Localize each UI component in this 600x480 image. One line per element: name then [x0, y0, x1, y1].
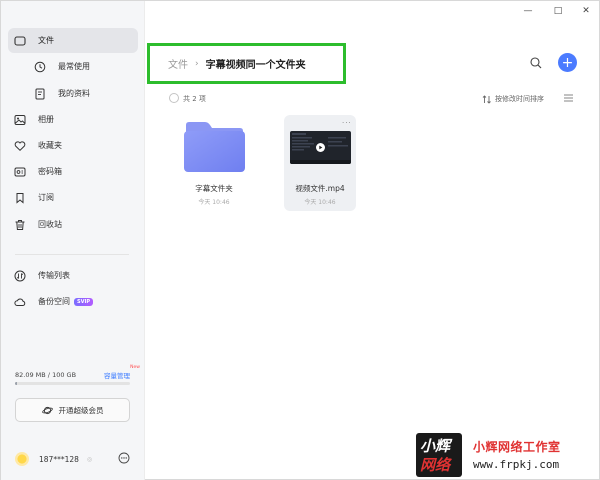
storage-bar-fill	[15, 382, 18, 385]
trash-icon	[14, 219, 26, 231]
open-vip-label: 开通超级会员	[58, 405, 104, 415]
user-profile[interactable]: 187***128 ◎	[15, 451, 133, 467]
close-button[interactable]: ✕	[579, 4, 593, 18]
file-name[interactable]: 字幕文件夹	[169, 183, 259, 194]
sidebar-item-label: 传输列表	[38, 271, 70, 280]
sidebar-item-label: 备份空间	[38, 297, 70, 306]
photo-icon	[14, 114, 26, 126]
file-icon	[14, 35, 26, 47]
file-time: 今天 10:46	[304, 199, 336, 206]
sort-icon	[482, 94, 492, 104]
sidebar-item-subscribe[interactable]: 订阅	[8, 185, 138, 210]
add-button[interactable]: +	[558, 53, 577, 72]
user-status-icon: ◎	[86, 455, 93, 463]
safe-icon	[14, 166, 26, 178]
item-count: 共 2 项	[183, 95, 206, 103]
video-thumbnail[interactable]	[290, 131, 351, 164]
bookmark-icon	[14, 192, 26, 204]
app-window: 文件 最常使用 我的资料 相册 收藏夹 密码箱 订阅 回收站 传输列表 备份空间…	[0, 0, 600, 480]
search-icon[interactable]	[529, 56, 543, 70]
sidebar-item-label: 收藏夹	[38, 141, 62, 150]
file-time: 今天 10:46	[198, 199, 230, 206]
open-vip-button[interactable]: 开通超级会员	[15, 398, 130, 422]
list-view-icon[interactable]	[563, 93, 574, 103]
sidebar-item-safe[interactable]: 密码箱	[8, 159, 138, 184]
sidebar-divider	[15, 254, 129, 255]
sidebar-item-label: 文件	[38, 36, 54, 45]
sidebar-item-photos[interactable]: 相册	[8, 107, 138, 132]
sidebar-item-files[interactable]: 文件	[8, 28, 138, 53]
sidebar-item-transfers[interactable]: 传输列表	[8, 263, 138, 288]
sidebar-item-backup[interactable]: 备份空间 SVIP	[8, 289, 138, 314]
watermark-url: www.frpkj.com	[473, 458, 560, 471]
sidebar-item-recycle-bin[interactable]: 回收站	[8, 212, 138, 237]
sidebar-item-frequent[interactable]: 最常使用	[8, 54, 138, 79]
clock-icon	[34, 61, 46, 73]
sidebar-item-label: 我的资料	[58, 89, 90, 98]
cloud-icon	[14, 296, 26, 308]
storage-panel: 82.09 MB / 100 GB 容量管理 New	[15, 365, 140, 385]
sidebar-item-favorites[interactable]: 收藏夹	[8, 133, 138, 158]
svip-badge: SVIP	[74, 297, 93, 306]
watermark-logo-text-top: 小辉	[420, 437, 451, 455]
select-all-checkbox[interactable]	[169, 93, 179, 103]
more-options-icon[interactable]	[118, 452, 130, 464]
sidebar-item-label: 密码箱	[38, 167, 62, 176]
sidebar-item-label: 最常使用	[58, 62, 90, 71]
new-tag: New	[130, 365, 140, 370]
storage-bar	[15, 382, 130, 385]
user-name: 187***128	[39, 454, 79, 464]
play-icon[interactable]	[316, 143, 325, 152]
storage-usage-text: 82.09 MB / 100 GB	[15, 371, 77, 379]
breadcrumb-root[interactable]: 文件	[168, 56, 188, 71]
breadcrumb: 文件 › 字幕视频同一个文件夹	[168, 56, 306, 72]
file-name[interactable]: 视频文件.mp4	[275, 183, 365, 194]
folder-icon[interactable]	[183, 121, 246, 173]
avatar[interactable]	[15, 452, 29, 466]
breadcrumb-current: 字幕视频同一个文件夹	[205, 60, 306, 71]
watermark-logo-text-bottom: 网络	[420, 456, 451, 474]
maximize-button[interactable]: □	[551, 4, 565, 18]
transfer-icon	[14, 270, 26, 282]
more-options-icon[interactable]: ···	[342, 119, 352, 127]
document-icon	[34, 88, 46, 100]
minimize-button[interactable]: —	[521, 4, 535, 18]
sidebar-item-label: 回收站	[38, 220, 62, 229]
planet-icon	[41, 405, 53, 416]
watermark-logo: 小辉 网络	[416, 433, 462, 477]
sidebar: 文件 最常使用 我的资料 相册 收藏夹 密码箱 订阅 回收站 传输列表 备份空间…	[1, 1, 145, 480]
sort-button[interactable]: 按修改时间排序	[482, 94, 544, 104]
heart-icon	[14, 140, 26, 152]
watermark-name: 小辉网络工作室	[473, 440, 561, 454]
sort-label: 按修改时间排序	[495, 95, 544, 103]
sidebar-item-my-docs[interactable]: 我的资料	[8, 81, 138, 106]
sidebar-item-label: 相册	[38, 115, 54, 124]
manage-storage-link[interactable]: 容量管理	[104, 370, 130, 380]
breadcrumb-separator: ›	[195, 58, 199, 69]
sidebar-item-label: 订阅	[38, 193, 54, 202]
